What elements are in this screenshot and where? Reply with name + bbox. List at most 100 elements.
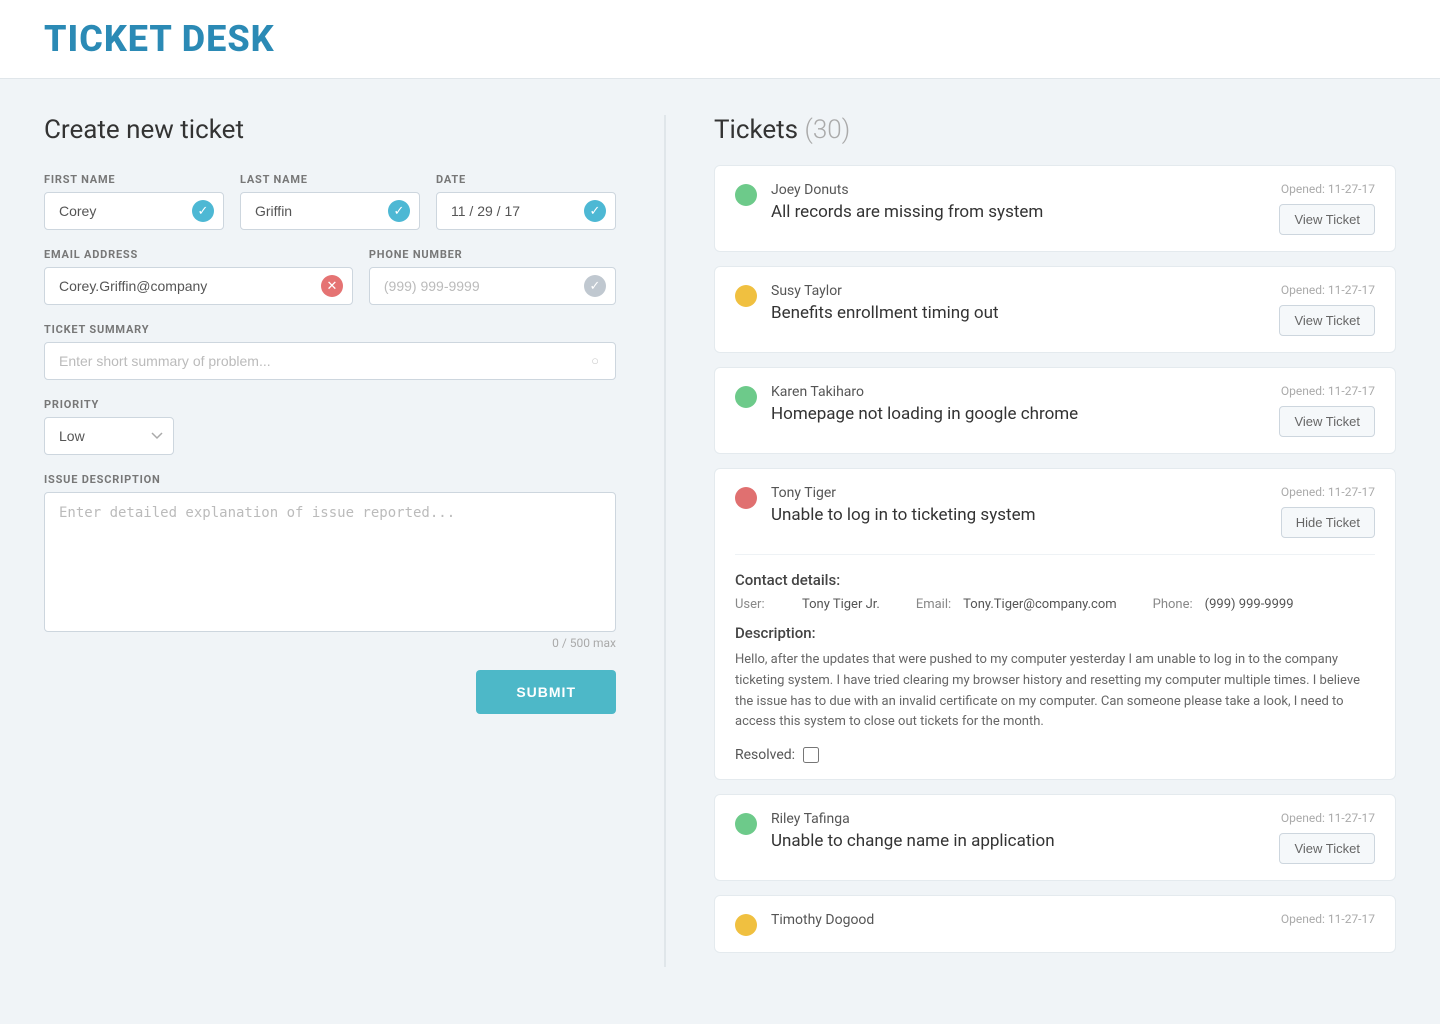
ticket-summary-group: TICKET SUMMARY ○ — [44, 323, 616, 380]
ticket-card-3: Karen Takiharo Homepage not loading in g… — [714, 367, 1396, 454]
description-label: Description: — [735, 624, 1375, 642]
status-dot-4 — [735, 487, 757, 509]
email-error-icon: ✕ — [321, 275, 343, 297]
ticket-summary-input[interactable] — [44, 342, 616, 380]
email-group: EMAIL ADDRESS ✕ — [44, 248, 353, 305]
ticket-date-4: Opened: 11-27-17 — [1281, 485, 1375, 499]
char-count: 0 / 500 max — [44, 636, 616, 650]
ticket-date-1: Opened: 11-27-17 — [1281, 182, 1375, 196]
view-ticket-btn-1[interactable]: View Ticket — [1279, 204, 1375, 235]
status-dot-6 — [735, 914, 757, 936]
ticket-meta-1: Opened: 11-27-17 View Ticket — [1279, 182, 1375, 235]
email-label: Email: — [916, 597, 951, 612]
ticket-name-4: Tony Tiger — [771, 485, 1267, 501]
first-name-label: FIRST NAME — [44, 173, 224, 186]
priority-group: PRIORITY Low Medium High — [44, 398, 616, 455]
create-ticket-panel: Create new ticket FIRST NAME ✓ LAST NAME… — [44, 115, 664, 967]
last-name-check-icon: ✓ — [388, 200, 410, 222]
create-ticket-title: Create new ticket — [44, 115, 616, 145]
ticket-summary-5: Unable to change name in application — [771, 831, 1265, 851]
view-ticket-btn-2[interactable]: View Ticket — [1279, 305, 1375, 336]
ticket-summary-3: Homepage not loading in google chrome — [771, 404, 1265, 424]
ticket-name-6: Timothy Dogood — [771, 912, 1267, 928]
phone-label: PHONE NUMBER — [369, 248, 616, 261]
tickets-count: (30) — [805, 115, 851, 145]
submit-button[interactable]: SUBMIT — [476, 670, 616, 714]
ticket-info-6: Timothy Dogood — [771, 912, 1267, 932]
date-wrapper: ✓ — [436, 192, 616, 230]
ticket-header-3: Karen Takiharo Homepage not loading in g… — [735, 384, 1375, 437]
ticket-name-5: Riley Tafinga — [771, 811, 1265, 827]
ticket-details-4: Contact details: User: Tony Tiger Jr. Em… — [735, 554, 1375, 763]
status-dot-1 — [735, 184, 757, 206]
email-input[interactable] — [44, 267, 353, 305]
user-label: User: — [735, 597, 790, 612]
ticket-header-2: Susy Taylor Benefits enrollment timing o… — [735, 283, 1375, 336]
ticket-name-3: Karen Takiharo — [771, 384, 1265, 400]
main-layout: Create new ticket FIRST NAME ✓ LAST NAME… — [0, 79, 1440, 1003]
ticket-date-5: Opened: 11-27-17 — [1281, 811, 1375, 825]
app-title: TICKET DESK — [44, 18, 1396, 60]
summary-icon: ○ — [584, 350, 606, 372]
ticket-card-1: Joey Donuts All records are missing from… — [714, 165, 1396, 252]
email-value: Tony.Tiger@company.com — [963, 597, 1117, 612]
ticket-meta-5: Opened: 11-27-17 View Ticket — [1279, 811, 1375, 864]
tickets-title-text: Tickets — [714, 115, 798, 145]
issue-description-textarea[interactable] — [44, 492, 616, 632]
ticket-date-6: Opened: 11-27-17 — [1281, 912, 1375, 926]
view-ticket-btn-3[interactable]: View Ticket — [1279, 406, 1375, 437]
ticket-summary-4: Unable to log in to ticketing system — [771, 505, 1267, 525]
ticket-summary-2: Benefits enrollment timing out — [771, 303, 1265, 323]
ticket-card-6: Timothy Dogood Opened: 11-27-17 — [714, 895, 1396, 953]
hide-ticket-btn-4[interactable]: Hide Ticket — [1281, 507, 1375, 538]
date-label: DATE — [436, 173, 616, 186]
phone-detail-value: (999) 999-9999 — [1205, 597, 1294, 612]
priority-select[interactable]: Low Medium High — [44, 417, 174, 455]
first-name-check-icon: ✓ — [192, 200, 214, 222]
contact-details-label: Contact details: — [735, 571, 1375, 589]
ticket-date-3: Opened: 11-27-17 — [1281, 384, 1375, 398]
ticket-name-1: Joey Donuts — [771, 182, 1265, 198]
ticket-meta-4: Opened: 11-27-17 Hide Ticket — [1281, 485, 1375, 538]
status-dot-3 — [735, 386, 757, 408]
ticket-card-5: Riley Tafinga Unable to change name in a… — [714, 794, 1396, 881]
email-label: EMAIL ADDRESS — [44, 248, 353, 261]
last-name-group: LAST NAME ✓ — [240, 173, 420, 230]
phone-detail-label: Phone: — [1153, 597, 1193, 612]
form-row-names: FIRST NAME ✓ LAST NAME ✓ DATE ✓ — [44, 173, 616, 230]
ticket-card-4: Tony Tiger Unable to log in to ticketing… — [714, 468, 1396, 780]
ticket-info-2: Susy Taylor Benefits enrollment timing o… — [771, 283, 1265, 323]
first-name-wrapper: ✓ — [44, 192, 224, 230]
ticket-header-4: Tony Tiger Unable to log in to ticketing… — [735, 485, 1375, 538]
description-section: Description: Hello, after the updates th… — [735, 624, 1375, 733]
status-dot-2 — [735, 285, 757, 307]
ticket-header-6: Timothy Dogood Opened: 11-27-17 — [735, 912, 1375, 936]
view-ticket-btn-5[interactable]: View Ticket — [1279, 833, 1375, 864]
ticket-header-1: Joey Donuts All records are missing from… — [735, 182, 1375, 235]
ticket-card-2: Susy Taylor Benefits enrollment timing o… — [714, 266, 1396, 353]
ticket-info-4: Tony Tiger Unable to log in to ticketing… — [771, 485, 1267, 525]
priority-label: PRIORITY — [44, 398, 616, 411]
resolved-checkbox[interactable] — [803, 747, 819, 763]
resolved-row: Resolved: — [735, 747, 1375, 763]
ticket-meta-3: Opened: 11-27-17 View Ticket — [1279, 384, 1375, 437]
ticket-date-2: Opened: 11-27-17 — [1281, 283, 1375, 297]
ticket-name-2: Susy Taylor — [771, 283, 1265, 299]
phone-neutral-icon: ✓ — [584, 275, 606, 297]
ticket-info-5: Riley Tafinga Unable to change name in a… — [771, 811, 1265, 851]
issue-description-group: ISSUE DESCRIPTION 0 / 500 max — [44, 473, 616, 650]
app-header: TICKET DESK — [0, 0, 1440, 79]
status-dot-5 — [735, 813, 757, 835]
last-name-wrapper: ✓ — [240, 192, 420, 230]
ticket-info-3: Karen Takiharo Homepage not loading in g… — [771, 384, 1265, 424]
phone-input[interactable] — [369, 267, 616, 305]
ticket-info-1: Joey Donuts All records are missing from… — [771, 182, 1265, 222]
last-name-label: LAST NAME — [240, 173, 420, 186]
resolved-label: Resolved: — [735, 747, 795, 763]
user-value: Tony Tiger Jr. — [802, 597, 880, 612]
issue-description-label: ISSUE DESCRIPTION — [44, 473, 616, 486]
date-group: DATE ✓ — [436, 173, 616, 230]
ticket-meta-6: Opened: 11-27-17 — [1281, 912, 1375, 926]
ticket-header-5: Riley Tafinga Unable to change name in a… — [735, 811, 1375, 864]
ticket-summary-label: TICKET SUMMARY — [44, 323, 616, 336]
